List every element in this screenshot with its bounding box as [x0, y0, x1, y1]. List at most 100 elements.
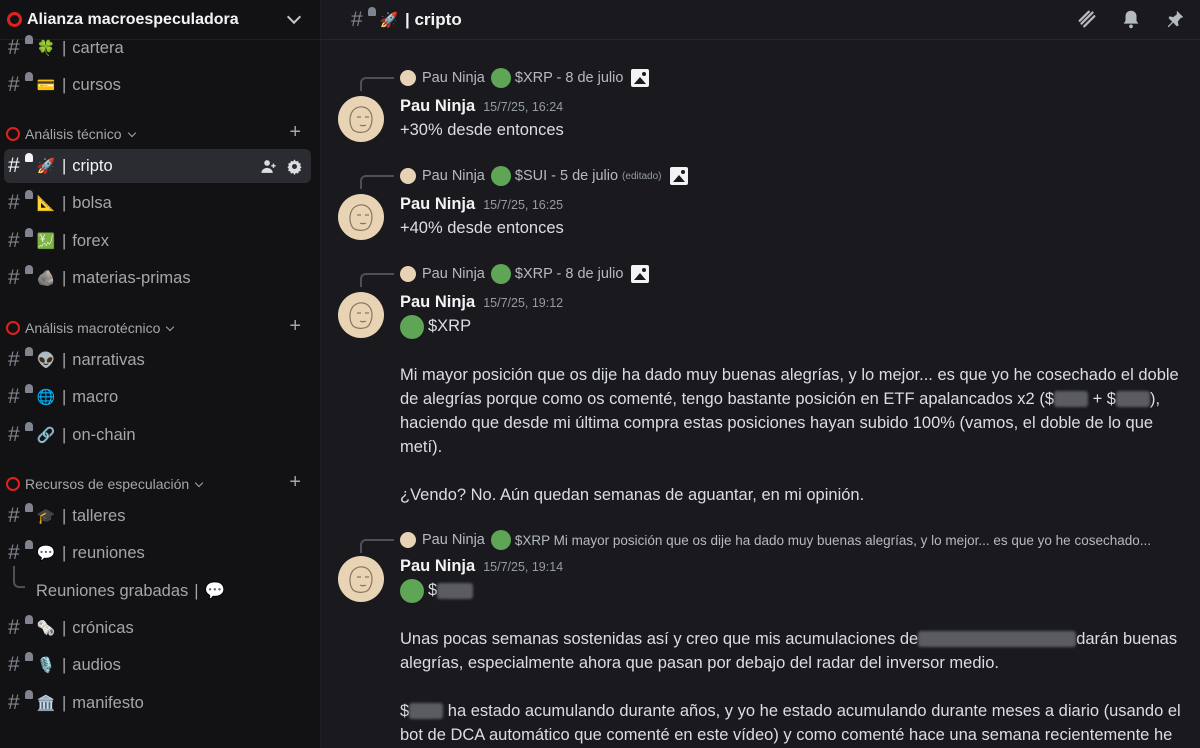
bell-icon[interactable]: [1120, 8, 1142, 35]
channel-cursos[interactable]: # 💳 | cursos: [4, 68, 311, 102]
channel-name: bolsa: [72, 193, 112, 212]
channel-bolsa[interactable]: # 📐 | bolsa: [4, 186, 311, 220]
thread-emoji: 💬: [204, 581, 226, 600]
channel-macro[interactable]: # 🌐 | macro: [4, 380, 311, 414]
channel-reuniones[interactable]: # 💬 | reuniones: [4, 536, 311, 570]
hash-icon: #: [351, 6, 376, 31]
message-paragraph: ¿Vendo? No. Aún quedan semanas de aguant…: [400, 485, 865, 504]
gear-icon[interactable]: [285, 157, 303, 175]
channel-header: # 🚀 | cripto: [321, 0, 1200, 40]
reply-preview[interactable]: Pau Ninja $SUI - 5 de julio (editado): [360, 166, 688, 189]
redacted-text: [918, 631, 1077, 648]
avatar-mini: [400, 266, 416, 282]
channel-emoji: 👽: [36, 352, 56, 369]
message-body: $XRP Mi mayor posición que os dije ha da…: [400, 314, 1190, 507]
channel-name: materias-primas: [72, 268, 191, 287]
avatar-mini: [400, 532, 416, 548]
message-paragraph: Unas pocas semanas sostenidas así y creo…: [400, 629, 1178, 672]
channel-cronicas[interactable]: # 🗞️ | crónicas: [4, 611, 311, 645]
chevron-down-icon: [194, 478, 204, 487]
author-name[interactable]: Pau Ninja 15/7/25, 19:12: [400, 293, 563, 312]
green-circle-icon: [490, 264, 511, 284]
channel-on-chain[interactable]: # 🔗 | on-chain: [4, 418, 311, 452]
reply-connector: [360, 539, 394, 553]
channel-name: cripto: [72, 156, 113, 175]
add-channel-icon[interactable]: +: [289, 472, 301, 492]
avatar[interactable]: [338, 96, 384, 142]
channel-name: cursos: [72, 75, 121, 94]
channel-sidebar: Alianza macroespeculadora # 🍀 | cartera …: [0, 0, 321, 748]
category-analisis-macrotecnico[interactable]: Análisis macrotécnico +: [6, 316, 311, 338]
channel-narrativas[interactable]: # 👽 | narrativas: [4, 343, 311, 377]
thread-connector: [13, 566, 25, 588]
add-member-icon[interactable]: [259, 157, 277, 175]
channel-name: reuniones: [72, 543, 145, 562]
threads-icon[interactable]: [1076, 8, 1098, 35]
channel-name: audios: [72, 655, 121, 674]
discord-window: Alianza macroespeculadora # 🍀 | cartera …: [0, 0, 1200, 748]
add-channel-icon[interactable]: +: [289, 316, 301, 336]
message-paragraph: $ ha estado acumulando durante años, y y…: [400, 701, 1181, 744]
redacted-text: [409, 703, 444, 720]
hash-icon: #: [8, 615, 33, 639]
thread-name: Reuniones grabadas: [36, 581, 189, 600]
message-body: $ Unas pocas semanas sostenidas así y cr…: [400, 578, 1190, 747]
channel-forex[interactable]: # 💹 | forex: [4, 224, 311, 258]
message-paragraph: Mi mayor posición que os dije ha dado mu…: [400, 365, 1179, 456]
chevron-down-icon: [166, 322, 175, 331]
reply-preview[interactable]: Pau Ninja $XRP - 8 de julio: [360, 264, 650, 287]
author-name[interactable]: Pau Ninja 15/7/25, 16:24: [400, 97, 563, 116]
timestamp: 15/7/25, 19:12: [483, 296, 564, 310]
avatar[interactable]: [338, 292, 384, 338]
channel-talleres[interactable]: # 🎓 | talleres: [4, 499, 311, 533]
image-icon: [631, 265, 650, 283]
reply-preview[interactable]: Pau Ninja $XRP Mi mayor posición que os …: [360, 530, 1151, 553]
message-text: +30% desde entonces: [400, 121, 564, 139]
channel-audios[interactable]: # 🎙️ | audios: [4, 648, 311, 682]
category-recursos-de-especulacion[interactable]: Recursos de especulación +: [6, 472, 311, 494]
channel-emoji: 🏛️: [36, 695, 56, 712]
hash-icon: #: [8, 228, 33, 252]
avatar[interactable]: [338, 194, 384, 240]
category-ring-icon: [6, 477, 20, 491]
add-channel-icon[interactable]: +: [289, 122, 301, 142]
channel-emoji: 🍀: [36, 40, 56, 57]
chevron-down-icon[interactable]: [286, 9, 302, 25]
reply-connector: [360, 273, 394, 287]
channel-name: narrativas: [72, 350, 145, 369]
channel-cartera[interactable]: # 🍀 | cartera: [4, 31, 311, 65]
channel-name: crónicas: [72, 618, 134, 637]
channel-emoji: 💬: [36, 545, 56, 562]
channel-name: cartera: [72, 38, 124, 57]
avatar[interactable]: [338, 556, 384, 602]
thread-reuniones-grabadas[interactable]: Reuniones grabadas | 💬: [13, 566, 304, 606]
author-name[interactable]: Pau Ninja 15/7/25, 16:25: [400, 195, 563, 214]
category-name: Recursos de especulación: [25, 476, 190, 492]
reply-connector: [360, 77, 394, 91]
channel-cripto[interactable]: # 🚀 | cripto: [4, 149, 311, 183]
category-ring-icon: [6, 321, 20, 335]
image-icon: [669, 167, 688, 185]
hash-icon: #: [8, 347, 33, 371]
avatar-mini: [400, 70, 416, 86]
channel-name: macro: [72, 387, 119, 406]
channel-title: | cripto: [405, 9, 462, 29]
channel-emoji: 💳: [36, 77, 56, 94]
channel-materias-primas[interactable]: # 🪨 | materias-primas: [4, 261, 311, 295]
timestamp: 15/7/25, 16:24: [483, 100, 564, 114]
timestamp: 15/7/25, 19:14: [483, 560, 564, 574]
hash-icon: #: [8, 652, 33, 676]
author-name[interactable]: Pau Ninja 15/7/25, 19:14: [400, 557, 563, 576]
server-name: Alianza macroespeculadora: [27, 10, 239, 28]
channel-manifesto[interactable]: # 🏛️ | manifesto: [4, 686, 311, 720]
pin-icon[interactable]: [1164, 8, 1186, 35]
channel-emoji: 🪨: [36, 270, 56, 287]
channel-emoji: 🚀: [36, 158, 56, 175]
category-analisis-tecnico[interactable]: Análisis técnico +: [6, 122, 311, 144]
channel-name: on-chain: [72, 425, 136, 444]
reply-preview[interactable]: Pau Ninja $XRP - 8 de julio: [360, 68, 650, 91]
green-circle-icon: [490, 530, 511, 550]
hash-icon: #: [8, 690, 33, 714]
category-ring-icon: [6, 127, 20, 141]
header-emoji: 🚀: [379, 11, 399, 29]
